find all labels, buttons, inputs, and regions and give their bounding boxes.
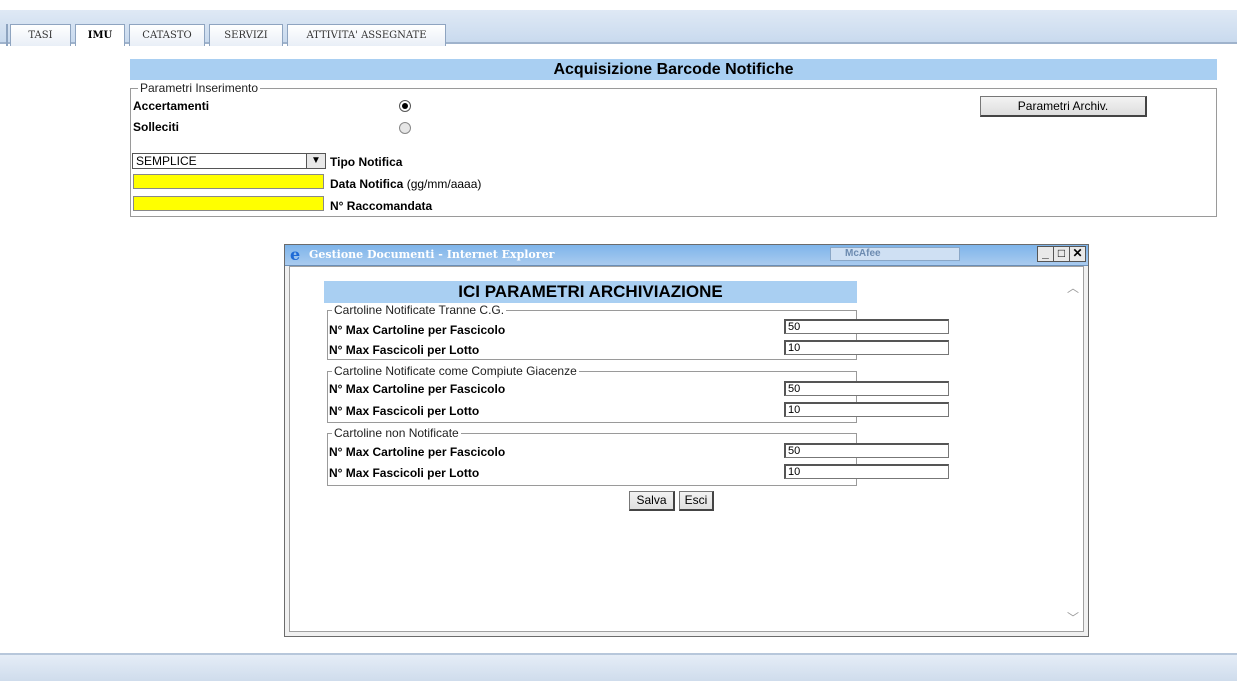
- window-content: ︿ ﹀ ICI PARAMETRI ARCHIVIAZIONE Cartolin…: [289, 266, 1084, 632]
- raccomandata-label: N° Raccomandata: [330, 199, 433, 213]
- tab-separator: [6, 24, 8, 46]
- solleciti-label: Solleciti: [133, 120, 180, 134]
- group-2-max-fascicoli-input[interactable]: 10: [784, 402, 949, 417]
- minimize-icon[interactable]: _: [1037, 246, 1054, 262]
- tab-imu[interactable]: IMU: [75, 24, 125, 46]
- group-1-legend: Cartoline Notificate Tranne C.G.: [332, 303, 507, 317]
- page-title: Acquisizione Barcode Notifiche: [130, 59, 1217, 80]
- salva-button[interactable]: Salva: [629, 491, 675, 511]
- tab-servizi[interactable]: SERVIZI: [209, 24, 283, 46]
- group-3-max-fascicoli-input[interactable]: 10: [784, 464, 949, 479]
- top-strip: [0, 0, 1237, 10]
- tipo-notifica-value: SEMPLICE: [136, 154, 197, 168]
- group-1-max-cartoline-input[interactable]: 50: [784, 319, 949, 334]
- mcafee-badge: McAfee: [830, 247, 960, 261]
- internet-explorer-icon: e: [290, 245, 301, 264]
- data-notifica-label: Data Notifica: [330, 177, 404, 191]
- parametri-archiv-button[interactable]: Parametri Archiv.: [980, 96, 1147, 117]
- data-notifica-hint: (gg/mm/aaaa): [406, 177, 482, 191]
- gestione-documenti-window: e Gestione Documenti - Internet Explorer…: [284, 244, 1089, 637]
- group-3-max-cartoline-label: N° Max Cartoline per Fascicolo: [329, 445, 506, 459]
- data-notifica-input[interactable]: [133, 174, 324, 189]
- accertamenti-radio[interactable]: [399, 100, 411, 112]
- chevron-down-icon[interactable]: ▼: [306, 154, 325, 168]
- close-icon[interactable]: ✕: [1069, 246, 1086, 262]
- tab-catasto[interactable]: CATASTO: [129, 24, 205, 46]
- group-3-max-cartoline-input[interactable]: 50: [784, 443, 949, 458]
- raccomandata-input[interactable]: [133, 196, 324, 211]
- window-title: Gestione Documenti - Internet Explorer: [309, 248, 555, 261]
- window-title-bar[interactable]: e Gestione Documenti - Internet Explorer…: [285, 245, 1088, 266]
- tab-attivita-assegnate[interactable]: ATTIVITA' ASSEGNATE: [287, 24, 446, 46]
- group-2-legend: Cartoline Notificate come Compiute Giace…: [332, 364, 579, 378]
- group-1-max-cartoline-label: N° Max Cartoline per Fascicolo: [329, 323, 506, 337]
- esci-button[interactable]: Esci: [679, 491, 714, 511]
- group-1-max-fascicoli-label: N° Max Fascicoli per Lotto: [329, 343, 480, 357]
- parametri-inserimento-legend: Parametri Inserimento: [138, 81, 261, 95]
- maximize-icon[interactable]: □: [1053, 246, 1070, 262]
- data-notifica-label-group: Data Notifica (gg/mm/aaaa): [330, 177, 481, 191]
- group-2-max-cartoline-label: N° Max Cartoline per Fascicolo: [329, 382, 506, 396]
- tipo-notifica-select[interactable]: SEMPLICE ▼: [132, 153, 326, 169]
- solleciti-radio[interactable]: [399, 122, 411, 134]
- group-1-max-fascicoli-input[interactable]: 10: [784, 340, 949, 355]
- group-3-max-fascicoli-label: N° Max Fascicoli per Lotto: [329, 466, 480, 480]
- tipo-notifica-label: Tipo Notifica: [330, 155, 403, 169]
- tab-bar: TASI IMU CATASTO SERVIZI ATTIVITA' ASSEG…: [0, 10, 1237, 46]
- group-2-max-fascicoli-label: N° Max Fascicoli per Lotto: [329, 404, 480, 418]
- group-3-legend: Cartoline non Notificate: [332, 426, 461, 440]
- scroll-up-icon[interactable]: ︿: [1067, 279, 1079, 296]
- status-bar: [0, 653, 1237, 681]
- group-2-max-cartoline-input[interactable]: 50: [784, 381, 949, 396]
- scroll-down-icon[interactable]: ﹀: [1067, 609, 1079, 626]
- popup-title: ICI PARAMETRI ARCHIVIAZIONE: [324, 281, 857, 303]
- accertamenti-label: Accertamenti: [133, 99, 210, 113]
- tab-tasi[interactable]: TASI: [10, 24, 71, 46]
